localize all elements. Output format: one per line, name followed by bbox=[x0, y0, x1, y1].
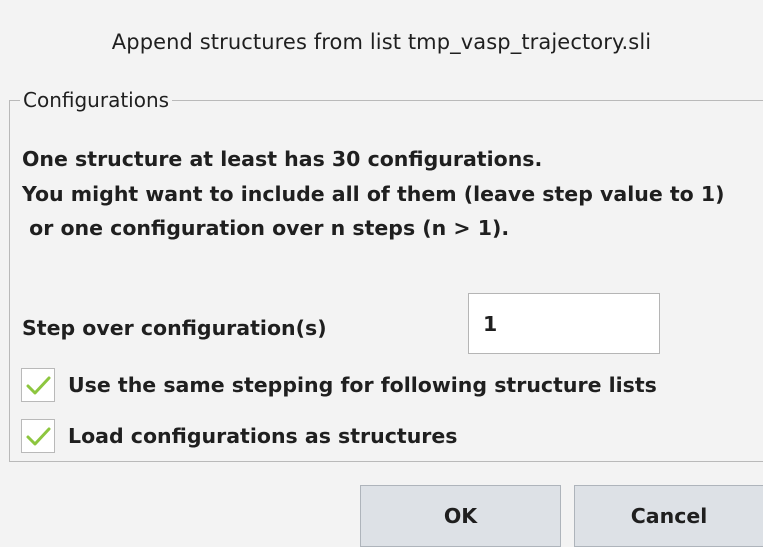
load-as-structures-checkbox-row[interactable]: Load configurations as structures bbox=[21, 419, 458, 453]
load-as-structures-checkbox[interactable] bbox=[21, 419, 55, 453]
info-message-line-1: One structure at least has 30 configurat… bbox=[22, 147, 543, 171]
step-over-label: Step over configuration(s) bbox=[22, 316, 327, 340]
same-stepping-checkbox-label: Use the same stepping for following stru… bbox=[68, 373, 657, 397]
info-message-line-2: You might want to include all of them (l… bbox=[22, 182, 725, 206]
ok-button[interactable]: OK bbox=[360, 485, 561, 547]
configurations-group-legend: Configurations bbox=[20, 88, 173, 112]
cancel-button[interactable]: Cancel bbox=[574, 485, 763, 547]
info-message-line-3: or one configuration over n steps (n > 1… bbox=[22, 216, 510, 240]
step-value-input[interactable] bbox=[468, 293, 660, 354]
same-stepping-checkbox[interactable] bbox=[21, 368, 55, 402]
checkmark-icon bbox=[26, 427, 51, 446]
checkmark-icon bbox=[26, 376, 51, 395]
load-as-structures-checkbox-label: Load configurations as structures bbox=[68, 424, 458, 448]
dialog-title: Append structures from list tmp_vasp_tra… bbox=[111, 30, 652, 54]
same-stepping-checkbox-row[interactable]: Use the same stepping for following stru… bbox=[21, 368, 657, 402]
append-structures-dialog: Append structures from list tmp_vasp_tra… bbox=[0, 0, 763, 547]
